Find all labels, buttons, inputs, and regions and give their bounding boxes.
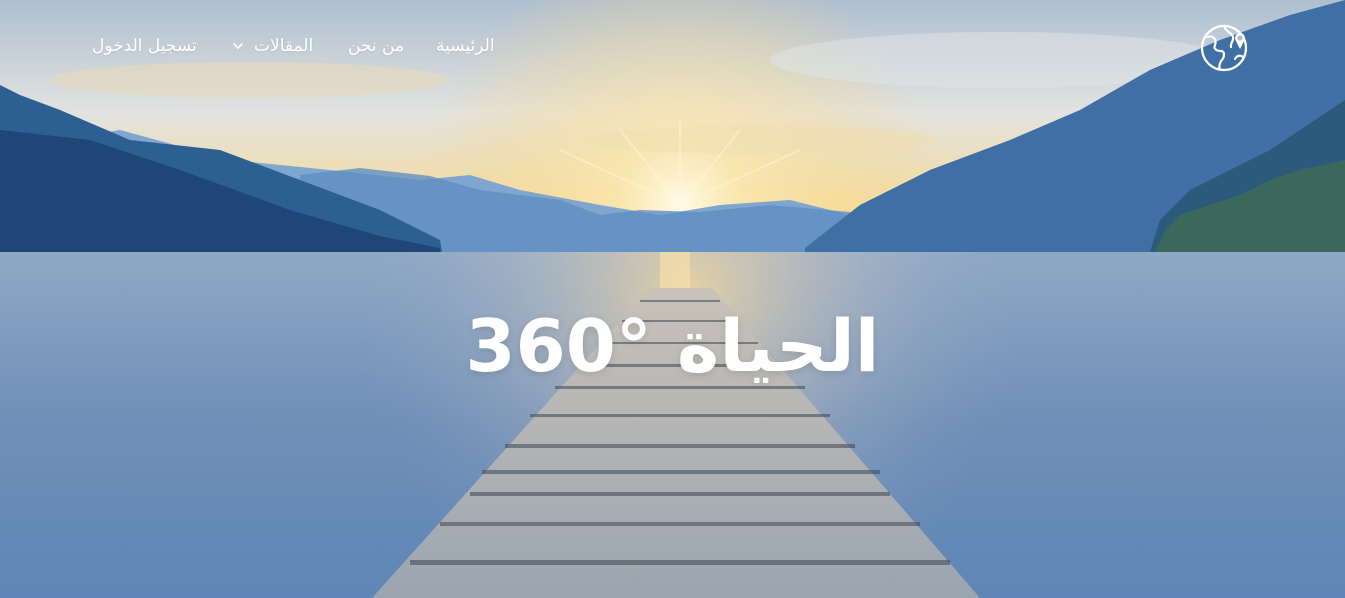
nav-link-login[interactable]: تسجيل الدخول [92, 34, 197, 58]
nav-articles-label: المقالات [254, 36, 314, 56]
hero-section: الرئيسية من نحن المقالات تسجيل الدخول ال… [0, 0, 1345, 598]
chevron-down-icon [233, 43, 243, 49]
hero-title: الحياة °360 [465, 304, 880, 388]
globe-person-icon [1200, 24, 1248, 72]
site-logo[interactable] [1199, 21, 1251, 73]
nav-dropdown-articles[interactable]: المقالات [232, 34, 313, 58]
nav-link-home[interactable]: الرئيسية [436, 34, 495, 58]
nav-login-label: تسجيل الدخول [92, 36, 197, 56]
nav-about-label: من نحن [348, 36, 405, 56]
top-navigation-bar: الرئيسية من نحن المقالات تسجيل الدخول [0, 0, 1345, 94]
nav-home-label: الرئيسية [436, 36, 495, 56]
nav-link-about[interactable]: من نحن [348, 34, 404, 58]
